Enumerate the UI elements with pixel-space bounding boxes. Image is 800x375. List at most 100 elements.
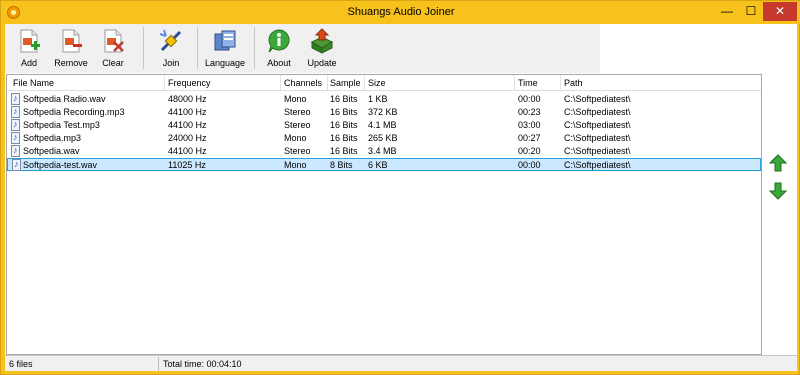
cell-channels: Mono — [284, 94, 307, 104]
column-divider — [327, 75, 328, 90]
cell-sample: 16 Bits — [330, 120, 358, 130]
cell-size: 6 KB — [368, 160, 388, 170]
cell-frequency: 44100 Hz — [168, 107, 207, 117]
cell-frequency: 24000 Hz — [168, 133, 207, 143]
cell-frequency: 44100 Hz — [168, 120, 207, 130]
main-area: Add Remove Clear Join Language About Upd… — [5, 24, 797, 371]
file-count: 6 files — [9, 359, 33, 369]
column-header-frequency[interactable]: Frequency — [168, 78, 211, 88]
cell-file-name: Softpedia Recording.mp3 — [23, 107, 125, 117]
cell-file-name: Softpedia Test.mp3 — [23, 120, 100, 130]
cell-time: 00:27 — [518, 133, 541, 143]
column-divider — [280, 75, 281, 90]
language-button[interactable]: Language — [201, 26, 249, 71]
audio-file-icon — [11, 145, 20, 157]
cell-channels: Stereo — [284, 107, 311, 117]
cell-file-name: Softpedia Radio.wav — [23, 94, 106, 104]
cell-sample: 16 Bits — [330, 133, 358, 143]
cell-frequency: 11025 Hz — [168, 160, 206, 170]
column-divider — [164, 75, 165, 90]
column-header-file-name[interactable]: File Name — [13, 78, 54, 88]
cell-frequency: 48000 Hz — [168, 94, 207, 104]
update-icon — [310, 28, 334, 54]
arrow-up-icon — [769, 154, 787, 172]
remove-button[interactable]: Remove — [51, 26, 91, 71]
move-down-button[interactable] — [769, 182, 787, 200]
audio-file-icon — [11, 93, 20, 105]
column-header-channels[interactable]: Channels — [284, 78, 322, 88]
cell-time: 00:20 — [518, 146, 541, 156]
cell-channels: Mono — [284, 160, 307, 170]
cell-size: 372 KB — [368, 107, 398, 117]
add-button[interactable]: Add — [9, 26, 49, 71]
move-up-button[interactable] — [769, 154, 787, 172]
app-window: Shuangs Audio Joiner — ☐ ✕ Add Remove Cl… — [0, 0, 800, 375]
table-row[interactable]: Softpedia.wav 44100 Hz Stereo 16 Bits 3.… — [7, 145, 761, 158]
info-icon — [268, 29, 290, 53]
cell-file-name: Softpedia.mp3 — [23, 133, 82, 143]
remove-label: Remove — [54, 58, 88, 68]
cell-frequency: 44100 Hz — [168, 146, 207, 156]
window-title: Shuangs Audio Joiner — [347, 6, 455, 18]
language-label: Language — [204, 58, 246, 68]
status-separator — [158, 357, 159, 371]
list-header: File Name Frequency Channels Sample Size… — [7, 75, 761, 91]
cell-path: C:\Softpediatest\ — [564, 120, 631, 130]
cell-time: 00:23 — [518, 107, 541, 117]
about-button[interactable]: About — [259, 26, 299, 71]
cell-time: 00:00 — [518, 160, 541, 170]
table-row[interactable]: Softpedia Test.mp3 44100 Hz Stereo 16 Bi… — [7, 119, 761, 132]
cell-size: 4.1 MB — [368, 120, 397, 130]
cell-path: C:\Softpediatest\ — [564, 107, 631, 117]
status-bar: 6 files Total time: 00:04:10 — [5, 355, 797, 371]
toolbar-separator — [254, 27, 255, 69]
minimize-button[interactable]: — — [715, 2, 739, 21]
cell-sample: 16 Bits — [330, 107, 358, 117]
cell-sample: 16 Bits — [330, 146, 358, 156]
cell-size: 1 KB — [368, 94, 388, 104]
table-row[interactable]: Softpedia Recording.mp3 44100 Hz Stereo … — [7, 106, 761, 119]
column-divider — [560, 75, 561, 90]
cell-path: C:\Softpediatest\ — [564, 133, 631, 143]
cell-channels: Stereo — [284, 120, 311, 130]
total-time: Total time: 00:04:10 — [163, 359, 242, 369]
cell-file-name: Softpedia.wav — [23, 146, 80, 156]
column-header-sample[interactable]: Sample — [330, 78, 361, 88]
title-bar[interactable]: Shuangs Audio Joiner — ☐ ✕ — [1, 1, 800, 24]
about-label: About — [267, 58, 291, 68]
add-label: Add — [20, 58, 37, 68]
cell-sample: 16 Bits — [330, 94, 358, 104]
cell-path: C:\Softpediatest\ — [564, 146, 631, 156]
cell-file-name: Softpedia-test.wav — [23, 160, 98, 170]
maximize-button[interactable]: ☐ — [739, 2, 763, 21]
update-button[interactable]: Update — [301, 26, 343, 71]
join-button[interactable]: Join — [151, 26, 191, 71]
join-label: Join — [162, 58, 180, 68]
update-label: Update — [307, 58, 337, 68]
table-row[interactable]: Softpedia Radio.wav 48000 Hz Mono 16 Bit… — [7, 93, 761, 106]
table-row[interactable]: Softpedia.mp3 24000 Hz Mono 16 Bits 265 … — [7, 132, 761, 145]
cell-time: 00:00 — [518, 94, 541, 104]
add-icon — [20, 29, 40, 53]
column-divider — [364, 75, 365, 90]
cell-path: C:\Softpediatest\ — [564, 94, 631, 104]
cell-size: 3.4 MB — [368, 146, 397, 156]
column-header-path[interactable]: Path — [564, 78, 583, 88]
clear-button[interactable]: Clear — [95, 26, 131, 71]
file-list[interactable]: File Name Frequency Channels Sample Size… — [6, 74, 762, 355]
table-row-selected[interactable]: Softpedia-test.wav 11025 Hz Mono 8 Bits … — [7, 158, 761, 171]
language-icon — [214, 30, 236, 51]
arrow-down-icon — [769, 182, 787, 200]
toolbar-separator — [143, 27, 144, 69]
column-header-size[interactable]: Size — [368, 78, 386, 88]
close-button[interactable]: ✕ — [763, 2, 797, 21]
audio-file-icon — [11, 106, 20, 118]
audio-file-icon — [11, 132, 20, 144]
toolbar: Add Remove Clear Join Language About Upd… — [5, 24, 600, 73]
clear-label: Clear — [102, 58, 124, 68]
column-divider — [514, 75, 515, 90]
remove-icon — [62, 29, 82, 53]
column-header-time[interactable]: Time — [518, 78, 538, 88]
cell-path: C:\Softpediatest\ — [564, 160, 631, 170]
join-icon — [159, 29, 182, 52]
